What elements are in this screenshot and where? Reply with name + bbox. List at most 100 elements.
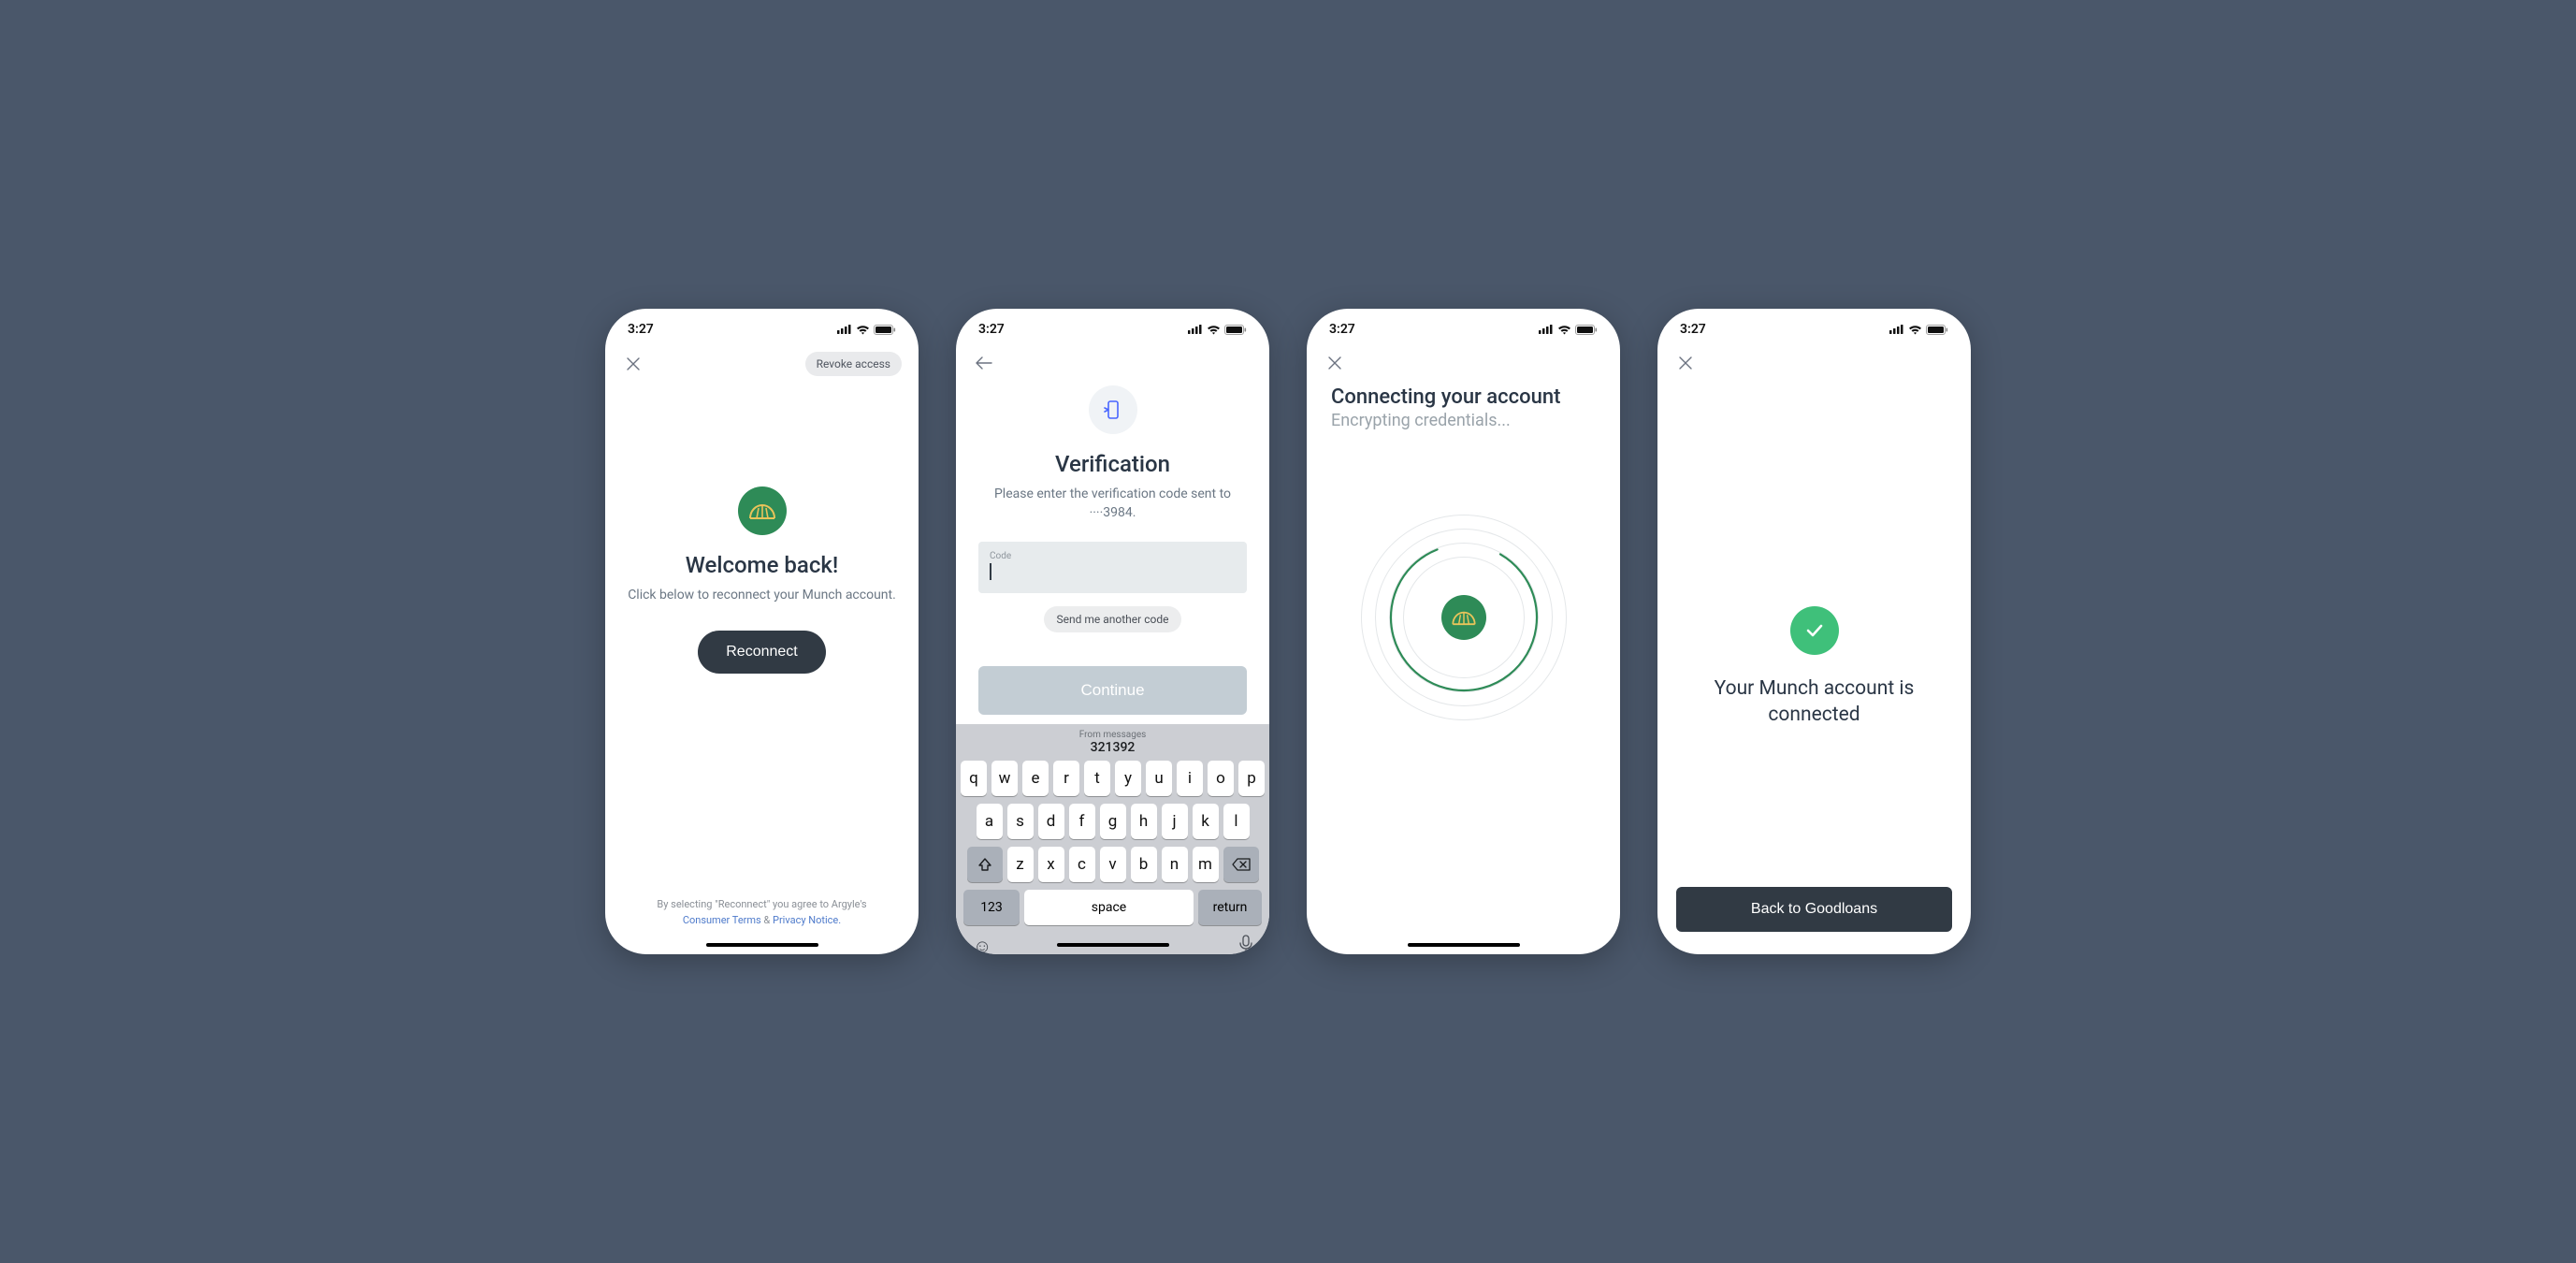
send-another-code-button[interactable]: Send me another code	[1044, 606, 1182, 632]
key-space[interactable]: space	[1024, 890, 1194, 925]
battery-icon	[874, 325, 896, 335]
wifi-icon	[1207, 325, 1221, 335]
topbar	[1307, 344, 1620, 382]
key-j[interactable]: j	[1162, 804, 1188, 839]
status-icons	[1188, 325, 1247, 335]
close-icon[interactable]	[622, 353, 644, 375]
home-indicator[interactable]	[1057, 943, 1169, 947]
reconnect-button[interactable]: Reconnect	[698, 631, 826, 674]
mic-icon[interactable]	[1239, 935, 1252, 954]
legal-amp: &	[761, 914, 773, 926]
status-time: 3:27	[978, 322, 1005, 337]
code-input[interactable]: Code	[978, 542, 1247, 593]
key-z[interactable]: z	[1007, 847, 1034, 882]
screen-connecting: 3:27 Connecting your account Encrypting …	[1307, 309, 1620, 954]
close-icon[interactable]	[1674, 352, 1697, 374]
back-to-goodloans-button[interactable]: Back to Goodloans	[1676, 887, 1952, 932]
key-h[interactable]: h	[1131, 804, 1157, 839]
key-s[interactable]: s	[1007, 804, 1034, 839]
screen-welcome: 3:27 Revoke access Welcome back! Click b…	[605, 309, 919, 954]
signal-icon	[1539, 325, 1554, 334]
key-i[interactable]: i	[1177, 761, 1203, 796]
key-shift[interactable]	[967, 847, 1003, 882]
success-check-icon	[1790, 606, 1839, 655]
key-v[interactable]: v	[1100, 847, 1126, 882]
munch-logo	[738, 486, 787, 535]
privacy-notice-link[interactable]: Privacy Notice.	[773, 914, 841, 926]
signal-icon	[1889, 325, 1904, 334]
key-q[interactable]: q	[961, 761, 987, 796]
signal-icon	[837, 325, 852, 334]
content: Welcome back! Click below to reconnect y…	[605, 384, 919, 897]
key-f[interactable]: f	[1069, 804, 1095, 839]
suggestion-source: From messages	[960, 730, 1266, 740]
keyboard-row-1: q w e r t y u i o p	[960, 761, 1266, 796]
screen-connected: 3:27 Your Munch account is connected Bac…	[1657, 309, 1971, 954]
status-icons	[1539, 325, 1598, 335]
suggestion-code: 321392	[960, 740, 1266, 755]
wifi-icon	[1908, 325, 1922, 335]
key-p[interactable]: p	[1238, 761, 1265, 796]
topbar: Revoke access	[605, 344, 919, 384]
verification-icon	[1089, 385, 1137, 434]
key-u[interactable]: u	[1146, 761, 1172, 796]
key-e[interactable]: e	[1022, 761, 1049, 796]
key-123[interactable]: 123	[963, 890, 1020, 925]
keyboard-tools: ☺	[960, 925, 1266, 954]
wifi-icon	[856, 325, 870, 335]
key-backspace[interactable]	[1223, 847, 1259, 882]
key-b[interactable]: b	[1131, 847, 1157, 882]
key-c[interactable]: c	[1069, 847, 1095, 882]
battery-icon	[1575, 325, 1598, 335]
keyboard-suggestion[interactable]: From messages 321392	[960, 730, 1266, 761]
screen-verification: 3:27 Verification Please enter the verif…	[956, 309, 1269, 954]
key-g[interactable]: g	[1100, 804, 1126, 839]
battery-icon	[1926, 325, 1948, 335]
home-indicator[interactable]	[1758, 943, 1871, 947]
code-input-label: Code	[990, 551, 1236, 561]
key-o[interactable]: o	[1208, 761, 1234, 796]
emoji-icon[interactable]: ☺	[973, 935, 991, 954]
content: Your Munch account is connected	[1657, 382, 1971, 954]
key-n[interactable]: n	[1162, 847, 1188, 882]
verification-title: Verification	[1055, 451, 1170, 477]
connecting-subtitle: Encrypting credentials...	[1331, 411, 1560, 430]
status-time: 3:27	[1329, 322, 1355, 337]
keyboard-row-4: 123 space return	[960, 890, 1266, 925]
back-icon[interactable]	[973, 352, 995, 374]
verification-subtitle: Please enter the verification code sent …	[978, 485, 1247, 523]
status-bar: 3:27	[1657, 309, 1971, 344]
connecting-title: Connecting your account	[1331, 385, 1560, 409]
content: Verification Please enter the verificati…	[956, 382, 1269, 715]
key-d[interactable]: d	[1038, 804, 1064, 839]
key-m[interactable]: m	[1193, 847, 1219, 882]
legal-intro: By selecting "Reconnect" you agree to Ar…	[657, 898, 866, 910]
spinner-progress	[1389, 543, 1539, 692]
battery-icon	[1224, 325, 1247, 335]
revoke-access-button[interactable]: Revoke access	[805, 352, 902, 376]
topbar	[1657, 344, 1971, 382]
keyboard-row-2: a s d f g h j k l	[960, 804, 1266, 839]
key-x[interactable]: x	[1038, 847, 1064, 882]
status-time: 3:27	[628, 322, 654, 337]
key-w[interactable]: w	[991, 761, 1018, 796]
status-icons	[837, 325, 896, 335]
text-cursor	[990, 563, 991, 580]
topbar	[956, 344, 1269, 382]
wifi-icon	[1557, 325, 1571, 335]
key-l[interactable]: l	[1223, 804, 1250, 839]
consumer-terms-link[interactable]: Consumer Terms	[683, 914, 761, 926]
key-r[interactable]: r	[1053, 761, 1079, 796]
key-a[interactable]: a	[977, 804, 1003, 839]
home-indicator[interactable]	[1408, 943, 1520, 947]
home-indicator[interactable]	[706, 943, 818, 947]
key-y[interactable]: y	[1115, 761, 1141, 796]
key-t[interactable]: t	[1084, 761, 1110, 796]
close-icon[interactable]	[1324, 352, 1346, 374]
content: Connecting your account Encrypting crede…	[1307, 382, 1620, 954]
key-k[interactable]: k	[1193, 804, 1219, 839]
key-return[interactable]: return	[1198, 890, 1262, 925]
status-bar: 3:27	[605, 309, 919, 344]
keyboard-row-3: z x c v b n m	[960, 847, 1266, 882]
loading-spinner	[1361, 515, 1567, 720]
